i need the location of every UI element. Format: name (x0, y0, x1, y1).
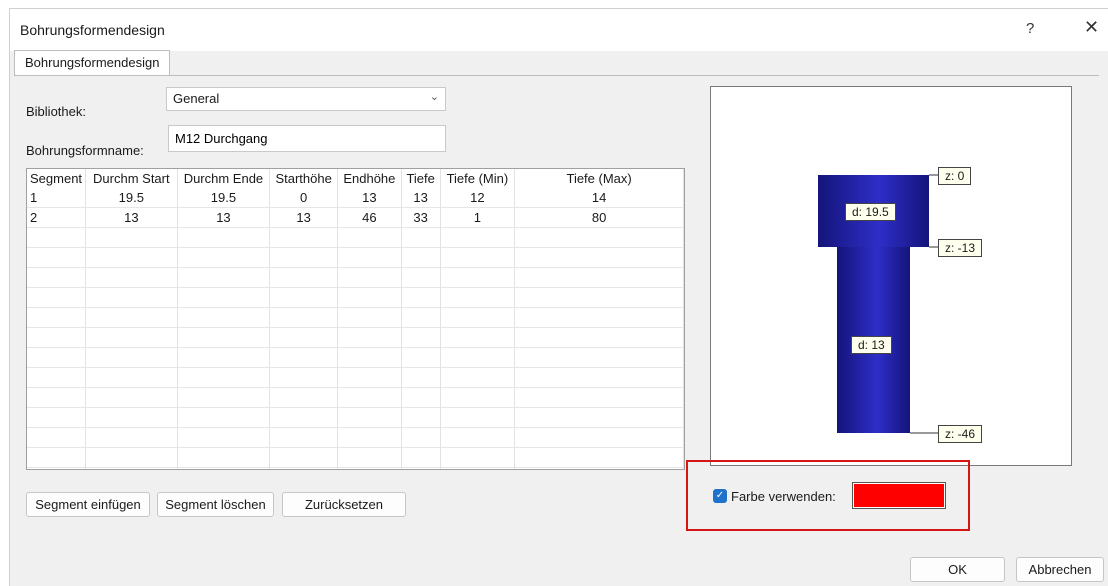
z-label: z: -46 (938, 425, 983, 443)
column-header[interactable]: Segment (27, 169, 87, 188)
title-bar: Bohrungsformendesign ? ✕ (10, 9, 1108, 51)
table-cell[interactable]: 1 (440, 207, 516, 228)
z-label: z: -13 (938, 239, 983, 257)
column-header[interactable]: Endhöhe (337, 169, 402, 188)
empty-row (27, 247, 684, 268)
use-color-checkbox[interactable]: ✓ (713, 489, 727, 503)
table-cell[interactable]: 2 (27, 207, 87, 228)
hole-preview: z: 0 z: -13 z: -46 d: 19.5 d: 13 (710, 86, 1072, 466)
empty-row (27, 227, 684, 248)
table-cell[interactable]: 14 (514, 188, 684, 208)
window-title: Bohrungsformendesign (20, 22, 165, 38)
empty-row (27, 407, 684, 428)
close-button[interactable]: ✕ (1084, 17, 1099, 38)
ok-button[interactable]: OK (910, 557, 1005, 582)
table-row[interactable]: 2 13 13 13 46 33 1 80 (27, 207, 684, 228)
table-cell[interactable]: 13 (85, 207, 178, 228)
delete-segment-button[interactable]: Segment löschen (157, 492, 274, 517)
column-header[interactable]: Durchm Ende (177, 169, 271, 188)
table-cell[interactable]: 19.5 (85, 188, 178, 208)
table-cell[interactable]: 12 (440, 188, 516, 208)
table-cell[interactable]: 1 (27, 188, 87, 208)
table-cell[interactable]: 46 (337, 207, 402, 228)
table-cell[interactable]: 13 (337, 188, 402, 208)
empty-row (27, 467, 684, 469)
table-cell[interactable]: 0 (269, 188, 339, 208)
use-color-label: Farbe verwenden: (731, 489, 836, 504)
library-select-value: General (173, 91, 220, 106)
diameter-label: d: 19.5 (845, 203, 896, 221)
column-header[interactable]: Tiefe (Max) (514, 169, 684, 188)
cancel-button[interactable]: Abbrechen (1016, 557, 1104, 582)
table-cell[interactable]: 13 (269, 207, 339, 228)
empty-row (27, 427, 684, 448)
z-label: z: 0 (938, 167, 972, 185)
table-header-row: Segment Durchm Start Durchm Ende Starthö… (27, 169, 684, 188)
chevron-down-icon: ⌄ (429, 91, 439, 103)
empty-row (27, 447, 684, 468)
empty-row (27, 267, 684, 288)
diameter-label: d: 13 (851, 336, 892, 354)
library-select[interactable]: General ⌄ (166, 87, 446, 111)
column-header[interactable]: Durchm Start (85, 169, 178, 188)
segment-table: Segment Durchm Start Durchm Ende Starthö… (26, 168, 685, 470)
name-field[interactable] (168, 125, 446, 152)
library-label: Bibliothek: (26, 104, 86, 119)
column-header[interactable]: Tiefe (Min) (440, 169, 516, 188)
table-cell[interactable]: 33 (401, 207, 441, 228)
table-cell[interactable]: 19.5 (177, 188, 271, 208)
tab-bohrungsformendesign[interactable]: Bohrungsformendesign (14, 50, 171, 76)
empty-row (27, 327, 684, 348)
table-row[interactable]: 1 19.5 19.5 0 13 13 12 14 (27, 188, 684, 208)
column-header[interactable]: Starthöhe (269, 169, 339, 188)
insert-segment-button[interactable]: Segment einfügen (26, 492, 150, 517)
name-label: Bohrungsformname: (26, 143, 144, 158)
reset-button[interactable]: Zurücksetzen (282, 492, 406, 517)
table-cell[interactable]: 80 (514, 207, 684, 228)
empty-row (27, 307, 684, 328)
hole-shape-drawing (818, 174, 939, 434)
help-button[interactable]: ? (1026, 20, 1034, 37)
empty-row (27, 347, 684, 368)
column-header[interactable]: Tiefe (401, 169, 441, 188)
color-swatch-button[interactable] (852, 482, 946, 509)
empty-row (27, 367, 684, 388)
empty-row (27, 287, 684, 308)
empty-row (27, 387, 684, 408)
table-cell[interactable]: 13 (401, 188, 441, 208)
table-cell[interactable]: 13 (177, 207, 271, 228)
